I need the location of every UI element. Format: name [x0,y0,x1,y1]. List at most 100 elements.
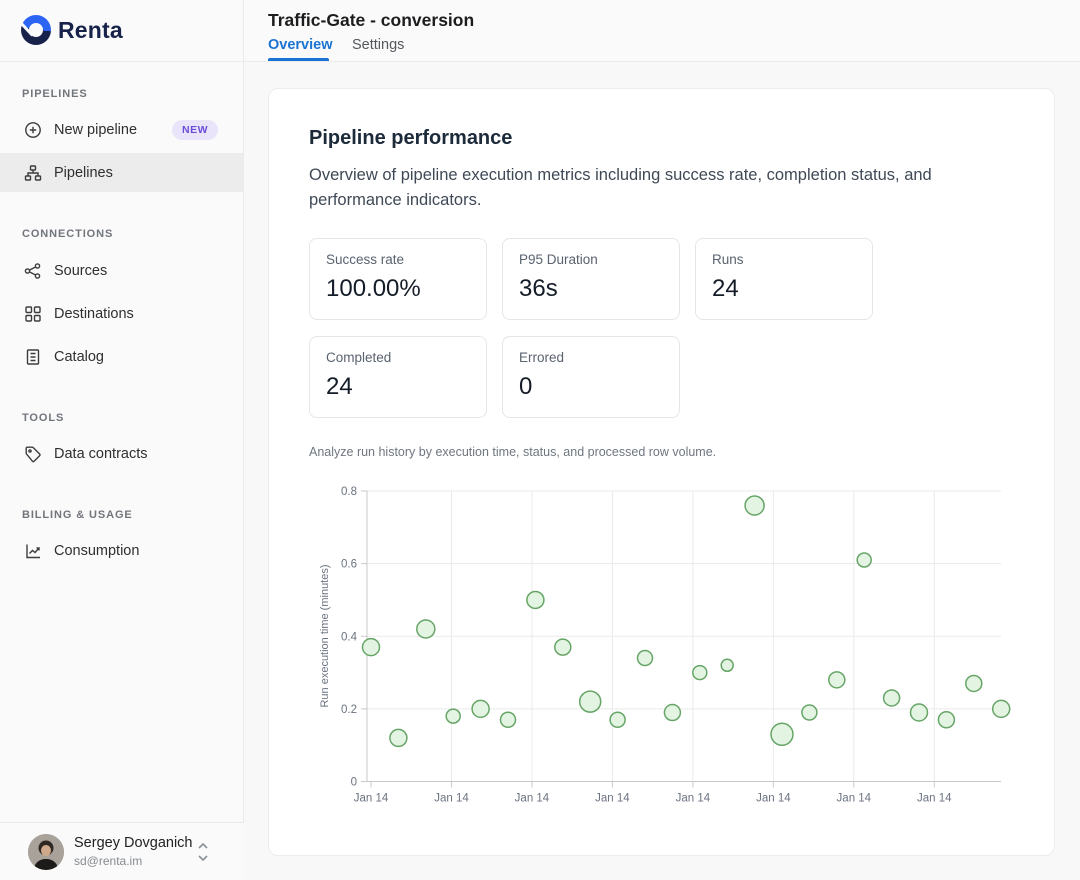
data-point[interactable] [555,639,571,655]
data-point[interactable] [417,620,435,638]
renta-logo[interactable]: Renta [21,15,123,45]
data-point[interactable] [938,712,954,728]
user-email: sd@renta.im [74,854,142,868]
section-title-billing: BILLING & USAGE [22,509,133,521]
svg-text:Jan 14: Jan 14 [756,793,791,805]
sidebar-item-label: New pipeline [54,122,137,138]
data-point[interactable] [802,705,817,720]
sidebar-item-new-pipeline[interactable]: New pipeline NEW [0,112,244,148]
svg-text:Jan 14: Jan 14 [837,793,872,805]
metric-card-runs: Runs 24 [695,238,873,320]
sidebar-item-data-contracts[interactable]: Data contracts [0,436,244,472]
svg-text:Jan 14: Jan 14 [676,793,711,805]
metric-card-completed: Completed 24 [309,336,487,418]
data-point[interactable] [664,705,680,721]
svg-text:Jan 14: Jan 14 [595,793,630,805]
logo-area: Renta [0,0,243,62]
metric-value: 36s [519,275,663,303]
new-badge: NEW [172,120,218,140]
svg-text:0.2: 0.2 [341,704,357,716]
panel-title: Pipeline performance [309,127,1014,150]
svg-text:0.8: 0.8 [341,486,357,498]
chevron-updown-icon [196,838,210,866]
data-point[interactable] [501,712,516,727]
metric-label: Success rate [326,252,470,267]
svg-text:0: 0 [351,777,357,789]
sidebar-item-consumption[interactable]: Consumption [0,533,244,569]
svg-text:Jan 14: Jan 14 [515,793,550,805]
sidebar-item-label: Destinations [54,306,134,322]
data-point[interactable] [771,723,793,745]
main-content: Pipeline performance Overview of pipelin… [244,62,1080,880]
svg-text:Jan 14: Jan 14 [434,793,469,805]
section-title-tools: TOOLS [22,412,64,424]
data-point[interactable] [884,690,900,706]
grid-icon [24,305,42,323]
metric-label: Runs [712,252,856,267]
share-network-icon [24,262,42,280]
data-point[interactable] [527,591,544,608]
sidebar-item-pipelines[interactable]: Pipelines [0,153,244,192]
sidebar-item-label: Catalog [54,349,104,365]
hierarchy-icon [24,164,42,182]
data-point[interactable] [829,672,845,688]
data-point[interactable] [610,712,625,727]
section-title-connections: CONNECTIONS [22,228,113,240]
metric-card-errored: Errored 0 [502,336,680,418]
user-menu[interactable]: Sergey Dovganich sd@renta.im [0,822,244,880]
data-point[interactable] [993,700,1010,717]
metric-value: 0 [519,373,663,401]
data-point[interactable] [721,659,733,671]
data-point[interactable] [638,651,653,666]
sidebar-item-label: Data contracts [54,446,148,462]
data-point[interactable] [580,691,601,712]
sidebar-item-catalog[interactable]: Catalog [0,339,244,375]
chart-line-icon [24,542,42,560]
data-point[interactable] [857,553,871,567]
metric-label: Errored [519,350,663,365]
page-title: Traffic-Gate - conversion [268,10,474,31]
sidebar-item-destinations[interactable]: Destinations [0,296,244,332]
data-point[interactable] [363,639,380,656]
svg-text:Run execution time (minutes): Run execution time (minutes) [319,564,331,707]
tab-overview[interactable]: Overview [268,37,333,53]
data-point[interactable] [911,704,928,721]
metric-label: P95 Duration [519,252,663,267]
plus-circle-icon [24,121,42,139]
brand-name: Renta [58,17,123,44]
section-title-pipelines: PIPELINES [22,88,88,100]
svg-text:0.4: 0.4 [341,631,358,643]
svg-text:0.6: 0.6 [341,559,357,571]
data-point[interactable] [693,666,707,680]
tab-settings[interactable]: Settings [352,37,404,53]
metric-label: Completed [326,350,470,365]
data-point[interactable] [390,729,407,746]
data-point[interactable] [446,709,460,723]
run-history-chart[interactable]: 0 0.2 0.4 0.6 0.8 Jan 14 Jan 14 Jan 14 Jan 14 Jan… [317,474,1014,814]
data-point[interactable] [966,675,982,691]
chart-caption: Analyze run history by execution time, s… [309,445,1014,459]
panel-description: Overview of pipeline execution metrics i… [309,163,1014,213]
renta-logo-icon [21,15,51,45]
data-point[interactable] [745,496,764,515]
sidebar-item-label: Sources [54,263,107,279]
sidebar-item-label: Pipelines [54,165,113,181]
svg-text:Jan 14: Jan 14 [354,793,389,805]
metric-value: 24 [326,373,470,401]
notebook-icon [24,348,42,366]
metric-value: 100.00% [326,275,470,303]
sidebar-item-sources[interactable]: Sources [0,253,244,289]
svg-text:Jan 14: Jan 14 [917,793,952,805]
metric-card-success-rate: Success rate 100.00% [309,238,487,320]
metric-cards: Success rate 100.00% P95 Duration 36s Ru… [309,238,874,418]
metric-card-p95-duration: P95 Duration 36s [502,238,680,320]
tag-icon [24,445,42,463]
data-point[interactable] [472,700,489,717]
metric-value: 24 [712,275,856,303]
sidebar: Renta PIPELINES New pipeline NEW Pipelin… [0,0,244,880]
user-name: Sergey Dovganich [74,835,193,851]
page-header: Traffic-Gate - conversion Overview Setti… [244,0,1080,62]
sidebar-item-label: Consumption [54,543,139,559]
active-tab-underline [268,58,329,61]
pipeline-performance-panel: Pipeline performance Overview of pipelin… [268,88,1055,856]
